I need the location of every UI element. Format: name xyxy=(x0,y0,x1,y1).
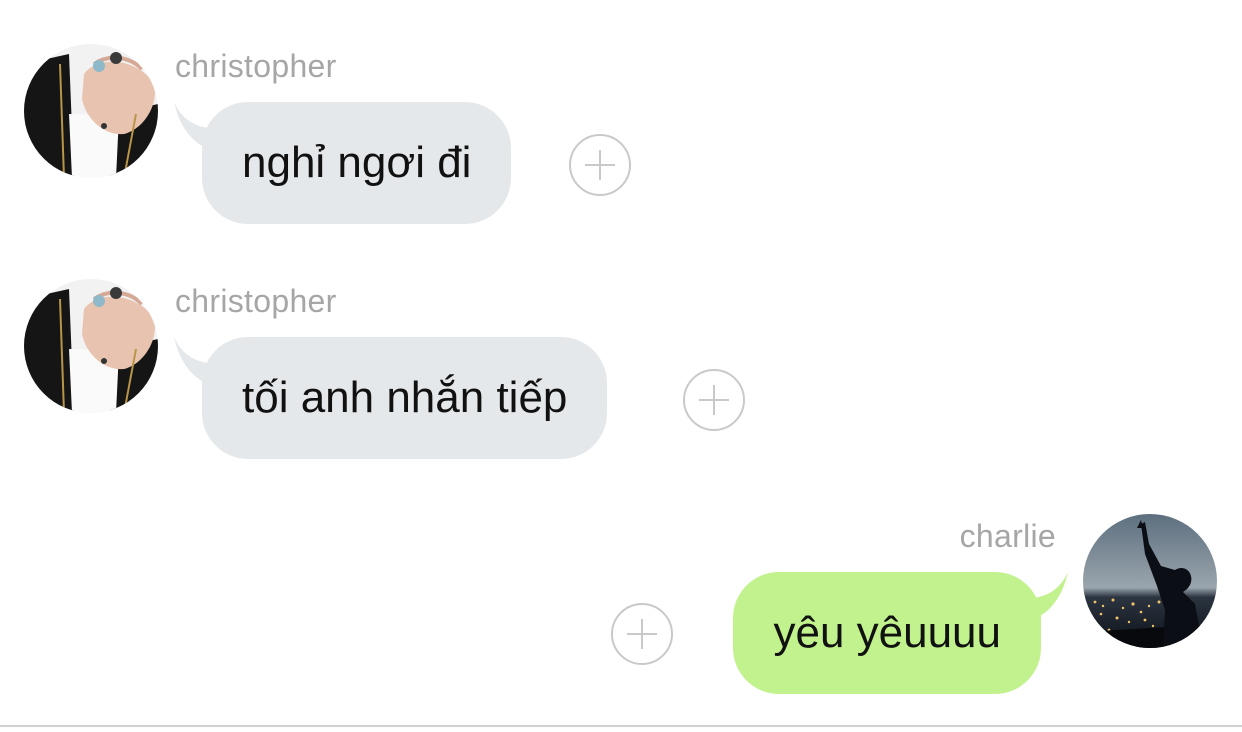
message-text: nghỉ ngơi đi xyxy=(242,138,472,187)
message-bubble[interactable]: yêu yêuuuu xyxy=(733,572,1041,694)
message-bubble[interactable]: tối anh nhắn tiếp xyxy=(202,337,608,459)
person-with-rings-avatar-icon xyxy=(24,44,158,178)
avatar[interactable] xyxy=(1083,514,1217,648)
city-night-silhouette-avatar-icon xyxy=(1083,514,1217,648)
avatar[interactable] xyxy=(24,279,158,413)
add-reaction-button[interactable] xyxy=(611,603,673,665)
message-text: tối anh nhắn tiếp xyxy=(242,373,568,422)
message-text: yêu yêuuuu xyxy=(773,608,1001,657)
sender-name: christopher xyxy=(175,48,337,84)
message-bubble[interactable]: nghỉ ngơi đi xyxy=(202,102,512,224)
sender-name: christopher xyxy=(175,283,337,319)
add-reaction-button[interactable] xyxy=(569,134,631,196)
bottom-divider xyxy=(0,725,1242,727)
add-reaction-button[interactable] xyxy=(683,369,745,431)
sender-name: charlie xyxy=(959,518,1056,554)
person-with-rings-avatar-icon xyxy=(24,279,158,413)
avatar[interactable] xyxy=(24,44,158,178)
chat-thread: christopher nghỉ ngơi đi christopher tối… xyxy=(0,0,1242,732)
